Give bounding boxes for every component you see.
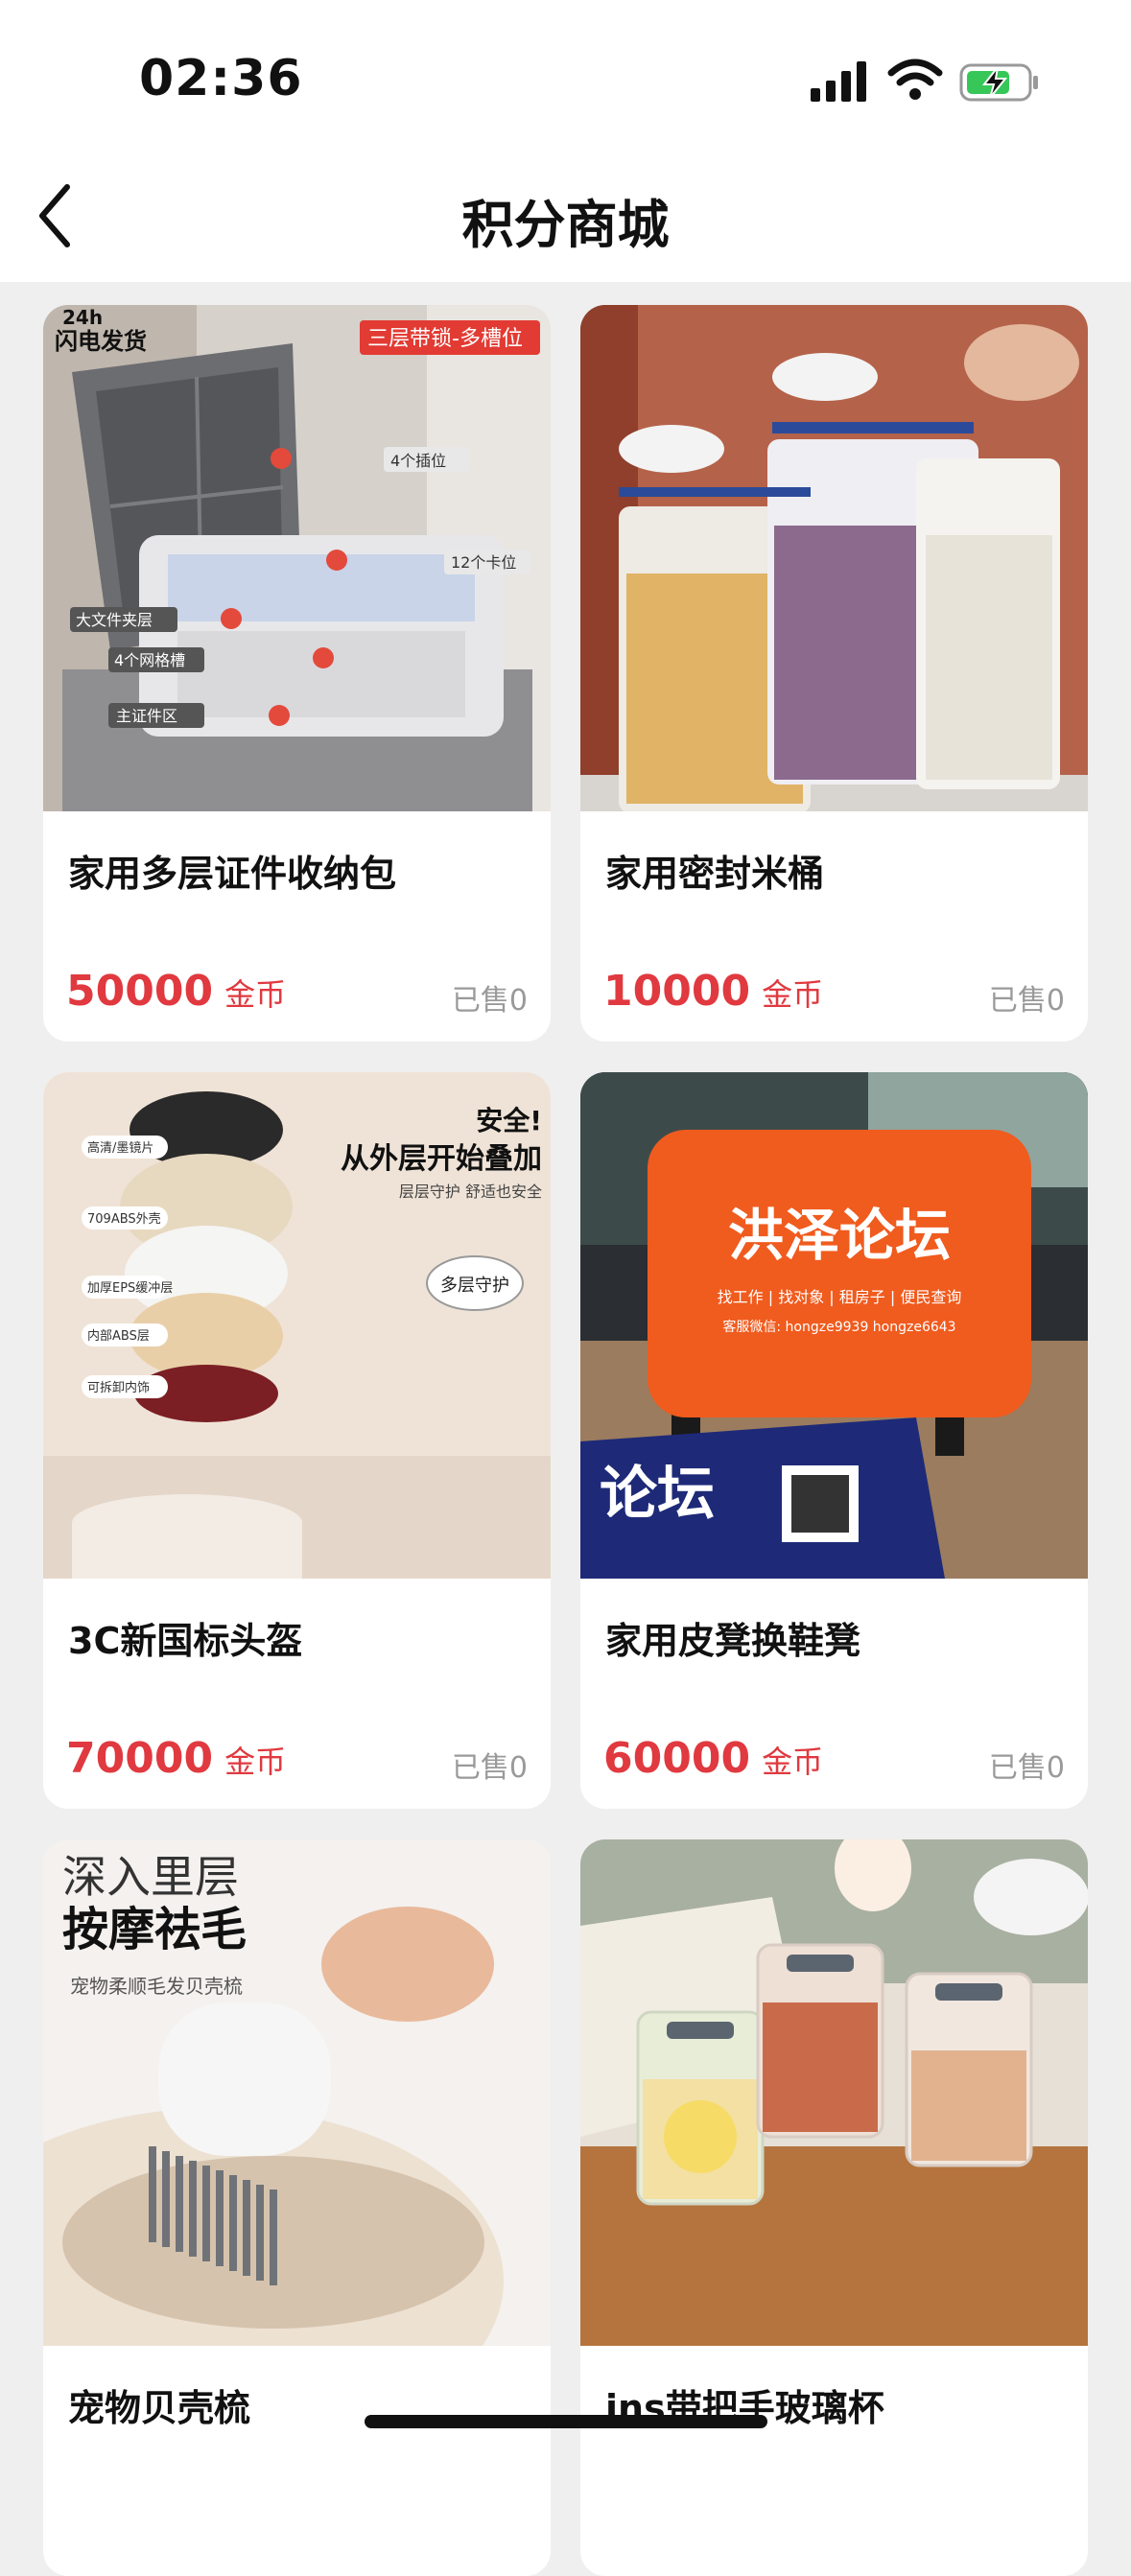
image-contact: 客服微信: hongze9939 hongze6643 <box>722 1319 955 1335</box>
price-value: 10000 <box>603 967 751 1016</box>
product-image <box>580 1839 1088 2346</box>
image-brand: 洪泽论坛 <box>728 1203 951 1268</box>
price-unit: 金币 <box>224 976 287 1013</box>
product-name: 家用多层证件收纳包 <box>68 853 397 895</box>
image-bubble: 多层守护 <box>440 1276 509 1296</box>
image-tag: 三层带锁-多槽位 <box>367 327 523 351</box>
product-price: 70000 金币 <box>66 1734 286 1783</box>
price-value: 70000 <box>66 1734 214 1783</box>
image-label: 4个网格槽 <box>114 651 185 669</box>
product-image: 深入里层 按摩祛毛 宠物柔顺毛发贝壳梳 <box>43 1839 551 2346</box>
image-label: 主证件区 <box>116 707 177 725</box>
image-badge-text: 闪电发货 <box>55 328 147 355</box>
sold-count: 已售0 <box>988 1751 1065 1785</box>
image-label: 高清/墨镜片 <box>87 1140 153 1156</box>
product-name: 家用皮凳换鞋凳 <box>605 1620 861 1662</box>
image-label: 加厚EPS缓冲层 <box>87 1281 173 1296</box>
product-image: 安全! 从外层开始叠加 层层守护 舒适也安全 多层守护 高清/墨镜片 709AB… <box>43 1072 551 1579</box>
page-title: 积分商城 <box>461 195 670 255</box>
product-card[interactable]: 深入里层 按摩祛毛 宠物柔顺毛发贝壳梳 宠物贝壳梳 <box>43 1839 551 2576</box>
product-image: 24h 闪电发货 三层带锁-多槽位 4个插位 12个卡位 大文件夹层 4个网格槽… <box>43 305 551 811</box>
product-card[interactable]: 24h 闪电发货 三层带锁-多槽位 4个插位 12个卡位 大文件夹层 4个网格槽… <box>43 305 551 1042</box>
image-label: 可拆卸内饰 <box>87 1380 150 1395</box>
image-subline: 宠物柔顺毛发贝壳梳 <box>70 1975 243 1998</box>
product-price: 60000 金币 <box>603 1734 823 1783</box>
status-time: 02:36 <box>139 50 303 107</box>
nav-bar: 积分商城 <box>0 153 1131 282</box>
image-subline: 层层守护 舒适也安全 <box>399 1183 542 1201</box>
product-price: 50000 金币 <box>66 967 286 1016</box>
product-name: 3C新国标头盔 <box>68 1620 303 1662</box>
cellular-signal-icon <box>811 61 866 102</box>
product-card[interactable]: 安全! 从外层开始叠加 层层守护 舒适也安全 多层守护 高清/墨镜片 709AB… <box>43 1072 551 1809</box>
image-badge: 24h <box>62 306 103 329</box>
image-label: 709ABS外壳 <box>87 1212 161 1227</box>
price-unit: 金币 <box>224 1744 287 1780</box>
wifi-icon <box>887 59 943 100</box>
image-headline: 安全! <box>476 1105 542 1136</box>
image-label: 12个卡位 <box>451 553 516 572</box>
image-label: 4个插位 <box>390 452 446 470</box>
price-unit: 金币 <box>762 976 824 1013</box>
price-value: 60000 <box>603 1734 751 1783</box>
image-headline: 深入里层 <box>62 1851 239 1903</box>
product-price: 10000 金币 <box>603 967 823 1016</box>
status-bar: 02:36 <box>0 0 1131 153</box>
home-indicator[interactable] <box>365 2415 767 2428</box>
image-poster: 论坛 <box>600 1461 715 1528</box>
sold-count: 已售0 <box>988 984 1065 1018</box>
image-label: 内部ABS层 <box>87 1328 150 1344</box>
image-headline: 按摩祛毛 <box>62 1903 247 1956</box>
product-image <box>580 305 1088 811</box>
product-card[interactable]: 家用密封米桶 10000 金币 已售0 <box>580 305 1088 1042</box>
sold-count: 已售0 <box>451 1751 528 1785</box>
product-name: 家用密封米桶 <box>605 853 825 895</box>
price-unit: 金币 <box>762 1744 824 1780</box>
image-label: 大文件夹层 <box>76 611 153 629</box>
image-line: 找工作 | 找对象 | 租房子 | 便民查询 <box>718 1288 962 1306</box>
sold-count: 已售0 <box>451 984 528 1018</box>
image-headline: 从外层开始叠加 <box>341 1142 542 1176</box>
product-name: 宠物贝壳梳 <box>68 2387 251 2429</box>
product-card[interactable]: 洪泽论坛 找工作 | 找对象 | 租房子 | 便民查询 客服微信: hongze… <box>580 1072 1088 1809</box>
battery-charging-icon <box>959 63 1038 102</box>
product-image: 洪泽论坛 找工作 | 找对象 | 租房子 | 便民查询 客服微信: hongze… <box>580 1072 1088 1579</box>
product-card[interactable]: ins带把手玻璃杯 <box>580 1839 1088 2576</box>
price-value: 50000 <box>66 967 214 1016</box>
